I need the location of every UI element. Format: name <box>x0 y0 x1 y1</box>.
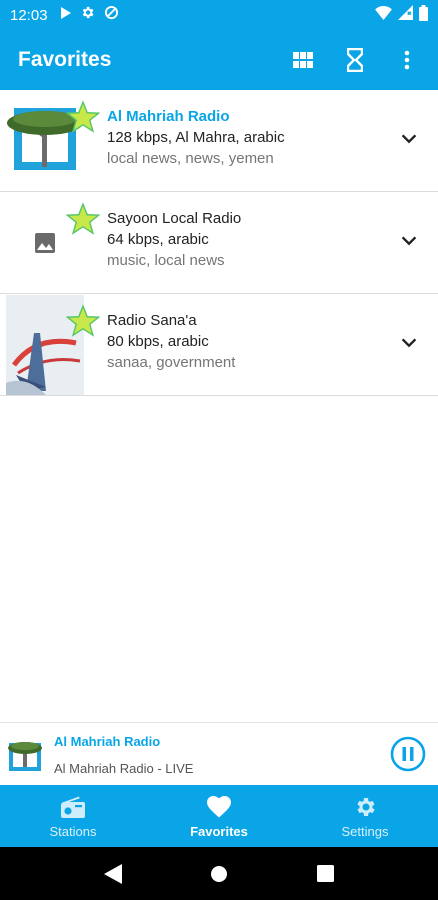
now-playing-bar[interactable]: Al Mahriah Radio Al Mahriah Radio - LIVE <box>0 722 438 785</box>
more-options-button[interactable] <box>394 47 420 73</box>
station-list: Al Mahriah Radio 128 kbps, Al Mahra, ara… <box>0 90 438 396</box>
station-row-al-mahriah[interactable]: Al Mahriah Radio 128 kbps, Al Mahra, ara… <box>0 90 438 192</box>
back-triangle-icon <box>104 863 122 884</box>
sleep-timer-button[interactable] <box>342 47 368 73</box>
favorite-star-icon[interactable] <box>66 100 100 134</box>
station-tags: local news, news, yemen <box>107 150 274 167</box>
wifi-icon <box>375 5 392 25</box>
chevron-down-icon[interactable] <box>398 128 420 150</box>
data-saver-status-icon <box>104 5 119 25</box>
nav-label-favorites: Favorites <box>190 824 248 839</box>
station-meta: 80 kbps, arabic <box>107 333 209 350</box>
station-name: Al Mahriah Radio <box>107 108 230 125</box>
station-row-sanaa[interactable]: Radio Sana'a 80 kbps, arabic sanaa, gove… <box>0 294 438 396</box>
station-name: Sayoon Local Radio <box>107 210 242 227</box>
status-bar: 12:03 <box>0 0 438 30</box>
now-playing-logo <box>8 742 42 771</box>
bottom-navigation: Stations Favorites Settings <box>0 785 438 847</box>
nav-item-stations[interactable]: Stations <box>0 785 146 847</box>
grid-view-button[interactable] <box>290 47 316 73</box>
chevron-down-icon[interactable] <box>398 332 420 354</box>
gear-icon <box>351 793 379 821</box>
recents-square-icon <box>316 865 334 882</box>
nav-label-stations: Stations <box>49 824 97 839</box>
home-button[interactable] <box>204 859 234 889</box>
settings-status-icon <box>80 5 95 25</box>
hourglass-icon <box>347 48 363 72</box>
favorite-star-icon[interactable] <box>66 202 100 236</box>
back-button[interactable] <box>98 859 128 889</box>
recents-button[interactable] <box>310 859 340 889</box>
station-name: Radio Sana'a <box>107 312 197 329</box>
now-playing-title: Al Mahriah Radio <box>54 734 161 749</box>
signal-icon <box>398 5 413 25</box>
status-time: 12:03 <box>10 6 48 24</box>
station-row-sayoon[interactable]: Sayoon Local Radio 64 kbps, arabic music… <box>0 192 438 294</box>
home-circle-icon <box>211 865 227 882</box>
app-bar: Favorites <box>0 30 438 90</box>
nav-item-settings[interactable]: Settings <box>292 785 438 847</box>
heart-icon <box>205 793 233 821</box>
station-meta: 128 kbps, Al Mahra, arabic <box>107 129 285 146</box>
now-playing-subtitle: Al Mahriah Radio - LIVE <box>54 761 194 776</box>
grid-icon <box>293 52 313 68</box>
system-navigation-bar <box>0 847 438 900</box>
nav-item-favorites[interactable]: Favorites <box>146 785 292 847</box>
station-meta: 64 kbps, arabic <box>107 231 209 248</box>
station-tags: music, local news <box>107 252 225 269</box>
play-status-icon <box>60 6 71 24</box>
more-vert-icon <box>404 50 410 70</box>
battery-icon <box>419 4 428 26</box>
nav-label-settings: Settings <box>341 824 389 839</box>
pause-button[interactable] <box>390 736 426 772</box>
favorite-star-icon[interactable] <box>66 304 100 338</box>
page-title: Favorites <box>18 48 112 71</box>
station-tags: sanaa, government <box>107 354 236 371</box>
chevron-down-icon[interactable] <box>398 230 420 252</box>
radio-icon <box>59 793 87 821</box>
